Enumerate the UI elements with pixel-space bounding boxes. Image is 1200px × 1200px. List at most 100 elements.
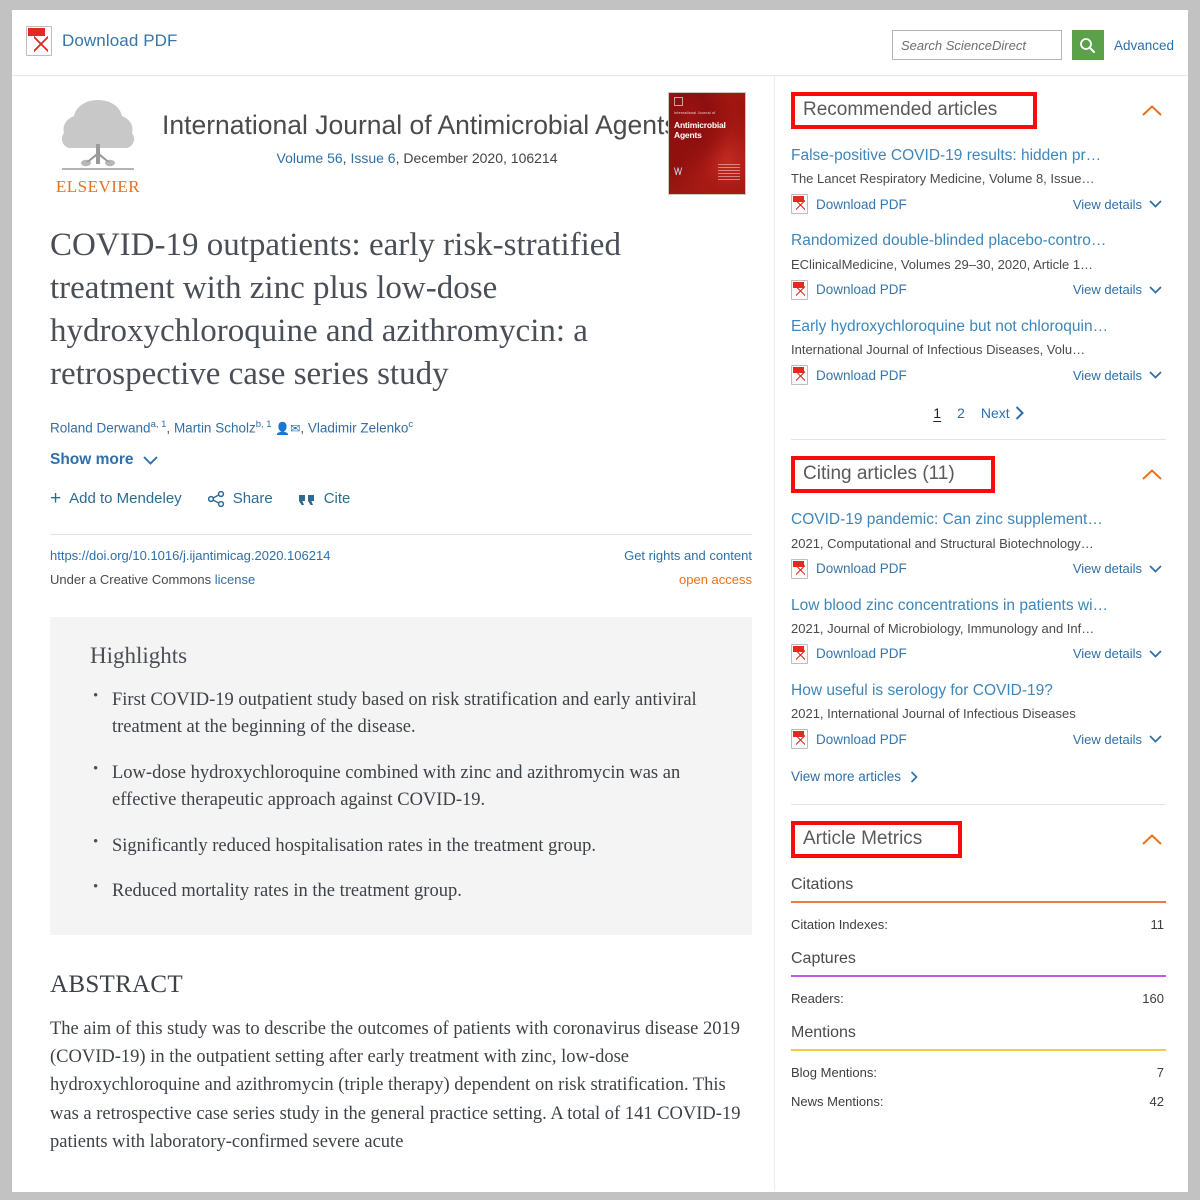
- metric-group-label: Mentions: [791, 1024, 856, 1042]
- author-name[interactable]: Martin Scholz: [174, 420, 256, 435]
- view-more-label: View more articles: [791, 769, 902, 785]
- cite-label: Cite: [323, 490, 351, 508]
- download-pdf-button[interactable]: Download PDF: [791, 365, 907, 386]
- annotation-box-recommended: Recommended articles: [791, 92, 1038, 129]
- item-actions: Download PDF View details: [791, 365, 1166, 386]
- search-area: Advanced: [891, 30, 1174, 60]
- annotation-box-citing: Citing articles (11): [791, 456, 995, 494]
- license-text: Under a Creative Commons license: [50, 572, 255, 587]
- highlights-list: First COVID-19 outpatient study based on…: [90, 686, 712, 905]
- add-to-mendeley-button[interactable]: + Add to Mendeley: [50, 489, 182, 508]
- top-toolbar: Download PDF Advanced: [12, 10, 1188, 76]
- view-details-button[interactable]: View details: [1073, 646, 1162, 661]
- search-icon: [1080, 37, 1096, 53]
- cover-subtitle: International Journal of: [674, 111, 716, 115]
- page-body: ELSEVIER International Journal of Antimi…: [12, 76, 1188, 1191]
- recommended-article-title[interactable]: Early hydroxychloroquine but not chloroq…: [791, 317, 1166, 336]
- metric-row: Blog Mentions: 7: [791, 1051, 1166, 1080]
- download-pdf-label: Download PDF: [816, 731, 907, 747]
- download-pdf-button[interactable]: Download PDF: [791, 558, 907, 579]
- journal-date: December 2020: [403, 150, 503, 166]
- plus-icon: +: [50, 488, 62, 510]
- list-item: Reduced mortality rates in the treatment…: [93, 877, 712, 905]
- download-pdf-label: Download PDF: [816, 367, 907, 383]
- recommended-articles-header: Recommended articles: [791, 92, 1166, 129]
- metric-row: Readers: 160: [791, 977, 1166, 1006]
- show-more-authors-button[interactable]: Show more: [50, 451, 158, 469]
- author-name[interactable]: Roland Derwand: [50, 420, 151, 435]
- journal-issue-number[interactable]: Issue 6: [350, 150, 395, 166]
- search-button[interactable]: [1071, 30, 1104, 60]
- license-link[interactable]: license: [215, 572, 255, 587]
- list-item: Randomized double-blinded placebo-contro…: [791, 231, 1166, 300]
- citing-article-title[interactable]: COVID-19 pandemic: Can zinc supplement…: [791, 510, 1166, 529]
- highlights-heading: Highlights: [90, 643, 188, 669]
- download-pdf-button[interactable]: Download PDF: [791, 643, 907, 664]
- chevron-up-glyph: [1142, 105, 1162, 116]
- show-more-label: Show more: [50, 451, 134, 469]
- recommended-article-title[interactable]: Randomized double-blinded placebo-contro…: [791, 231, 1166, 250]
- doi-row: https://doi.org/10.1016/j.ijantimicag.20…: [50, 548, 752, 563]
- view-details-button[interactable]: View details: [1073, 732, 1162, 747]
- download-pdf-button[interactable]: Download PDF: [26, 26, 178, 56]
- metric-group-citations: Citations Citation Indexes: 11: [791, 876, 1166, 932]
- share-label: Share: [232, 490, 273, 508]
- view-more-articles-link[interactable]: View more articles: [791, 769, 918, 790]
- next-page-label: Next: [980, 405, 1010, 422]
- view-details-label: View details: [1072, 367, 1142, 383]
- metric-group-label: Citations: [791, 876, 854, 894]
- article-action-bar: + Add to Mendeley Share Cite: [50, 489, 752, 508]
- share-button[interactable]: Share: [207, 490, 273, 508]
- page-2-button[interactable]: 2: [957, 405, 965, 421]
- doi-link[interactable]: https://doi.org/10.1016/j.ijantimicag.20…: [50, 548, 330, 563]
- pdf-icon: [791, 558, 808, 579]
- citing-articles-header: Citing articles (11): [791, 456, 1166, 494]
- advanced-search-link[interactable]: Advanced: [1114, 38, 1174, 53]
- search-input[interactable]: [891, 30, 1062, 60]
- quote-icon: [298, 494, 314, 505]
- chevron-up-icon[interactable]: [1142, 102, 1162, 119]
- pdf-icon: [791, 194, 808, 215]
- cite-button[interactable]: Cite: [298, 490, 351, 508]
- person-icon[interactable]: 👤: [275, 421, 290, 435]
- share-icon: [207, 490, 224, 507]
- chevron-up-icon[interactable]: [1142, 831, 1162, 848]
- page-1-button[interactable]: 1: [933, 405, 941, 421]
- envelope-icon[interactable]: ✉: [290, 421, 300, 435]
- recommended-article-title[interactable]: False-positive COVID-19 results: hidden …: [791, 146, 1166, 165]
- view-details-button[interactable]: View details: [1073, 282, 1162, 297]
- metric-value: 7: [1156, 1065, 1164, 1081]
- view-details-button[interactable]: View details: [1073, 368, 1162, 383]
- journal-name: International Journal of Antimicrobial A…: [162, 110, 678, 140]
- download-pdf-button[interactable]: Download PDF: [791, 194, 907, 215]
- journal-issue-line: Volume 56, Issue 6, December 2020, 10621…: [276, 150, 558, 166]
- citing-article-title[interactable]: How useful is serology for COVID-19?: [791, 681, 1166, 700]
- download-pdf-button[interactable]: Download PDF: [791, 729, 907, 750]
- chevron-down-icon: [1149, 564, 1162, 573]
- cover-corner-mark: [674, 97, 683, 106]
- chevron-down-icon: [1149, 735, 1162, 743]
- citing-article-title[interactable]: Low blood zinc concentrations in patient…: [791, 596, 1166, 615]
- journal-cover-thumbnail[interactable]: International Journal of Antimicrobial A…: [668, 92, 746, 195]
- next-page-button[interactable]: Next: [981, 405, 1024, 421]
- list-item: Low-dose hydroxychloroquine combined wit…: [93, 759, 712, 814]
- view-details-button[interactable]: View details: [1073, 197, 1162, 212]
- chevron-up-icon[interactable]: [1142, 466, 1162, 483]
- recommended-pagination: 1 2 Next: [791, 405, 1166, 425]
- item-actions: Download PDF View details: [791, 558, 1166, 579]
- article-metrics-section: Article Metrics Citations Citation Index…: [791, 805, 1166, 1109]
- author-name[interactable]: Vladimir Zelenko: [308, 420, 409, 435]
- article-metrics-title: Article Metrics: [803, 828, 923, 850]
- add-to-mendeley-label: Add to Mendeley: [69, 490, 182, 508]
- journal-volume[interactable]: Volume 56: [277, 150, 343, 166]
- download-pdf-button[interactable]: Download PDF: [791, 279, 907, 300]
- main-column: ELSEVIER International Journal of Antimi…: [12, 76, 774, 1191]
- cover-title: Antimicrobial Agents: [674, 120, 726, 140]
- license-row: Under a Creative Commons license open ac…: [50, 572, 752, 587]
- metric-label: Blog Mentions:: [791, 1065, 877, 1081]
- get-rights-and-content-link[interactable]: Get rights and content: [624, 548, 752, 563]
- citing-articles-title: Citing articles (11): [803, 463, 955, 485]
- view-details-button[interactable]: View details: [1073, 561, 1162, 576]
- cover-text-lines: [718, 164, 740, 182]
- browser-content-frame: Download PDF Advanced: [12, 10, 1188, 1192]
